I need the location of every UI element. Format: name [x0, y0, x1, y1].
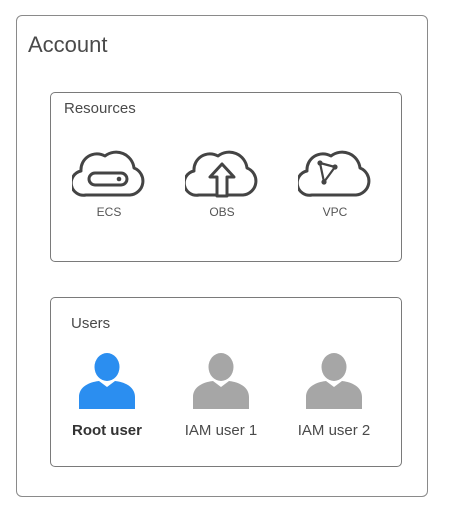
resource-item-vpc: VPC — [280, 147, 390, 218]
users-title: Users — [71, 315, 111, 332]
iam-user-1-icon — [166, 351, 276, 411]
user-item-root: Root user — [52, 351, 162, 438]
iam-user-2-icon — [279, 351, 389, 411]
user-label-root: Root user — [71, 422, 142, 439]
resource-label-obs: OBS — [209, 205, 235, 219]
user-label-iam-2: IAM user 2 — [297, 422, 371, 439]
resource-item-obs: OBS — [167, 147, 277, 218]
user-item-iam-1: IAM user 1 — [166, 351, 276, 438]
obs-cloud-upload-icon — [167, 147, 277, 199]
resource-label-vpc: VPC — [322, 205, 348, 219]
ecs-cloud-icon — [54, 147, 164, 199]
user-label-iam-1: IAM user 1 — [184, 422, 258, 439]
users-group: Users Root user IAM user 1 IAM user 2 — [50, 297, 402, 467]
root-user-icon — [52, 351, 162, 411]
resources-title: Resources — [64, 100, 136, 117]
resources-group: Resources ECS OBS VPC — [50, 92, 402, 262]
user-item-iam-2: IAM user 2 — [279, 351, 389, 438]
account-container: Account Resources ECS OBS VPC Users Root… — [16, 15, 428, 497]
resource-item-ecs: ECS — [54, 147, 164, 218]
resource-label-ecs: ECS — [96, 205, 122, 219]
vpc-cloud-network-icon — [280, 147, 390, 199]
account-title: Account — [28, 32, 108, 57]
